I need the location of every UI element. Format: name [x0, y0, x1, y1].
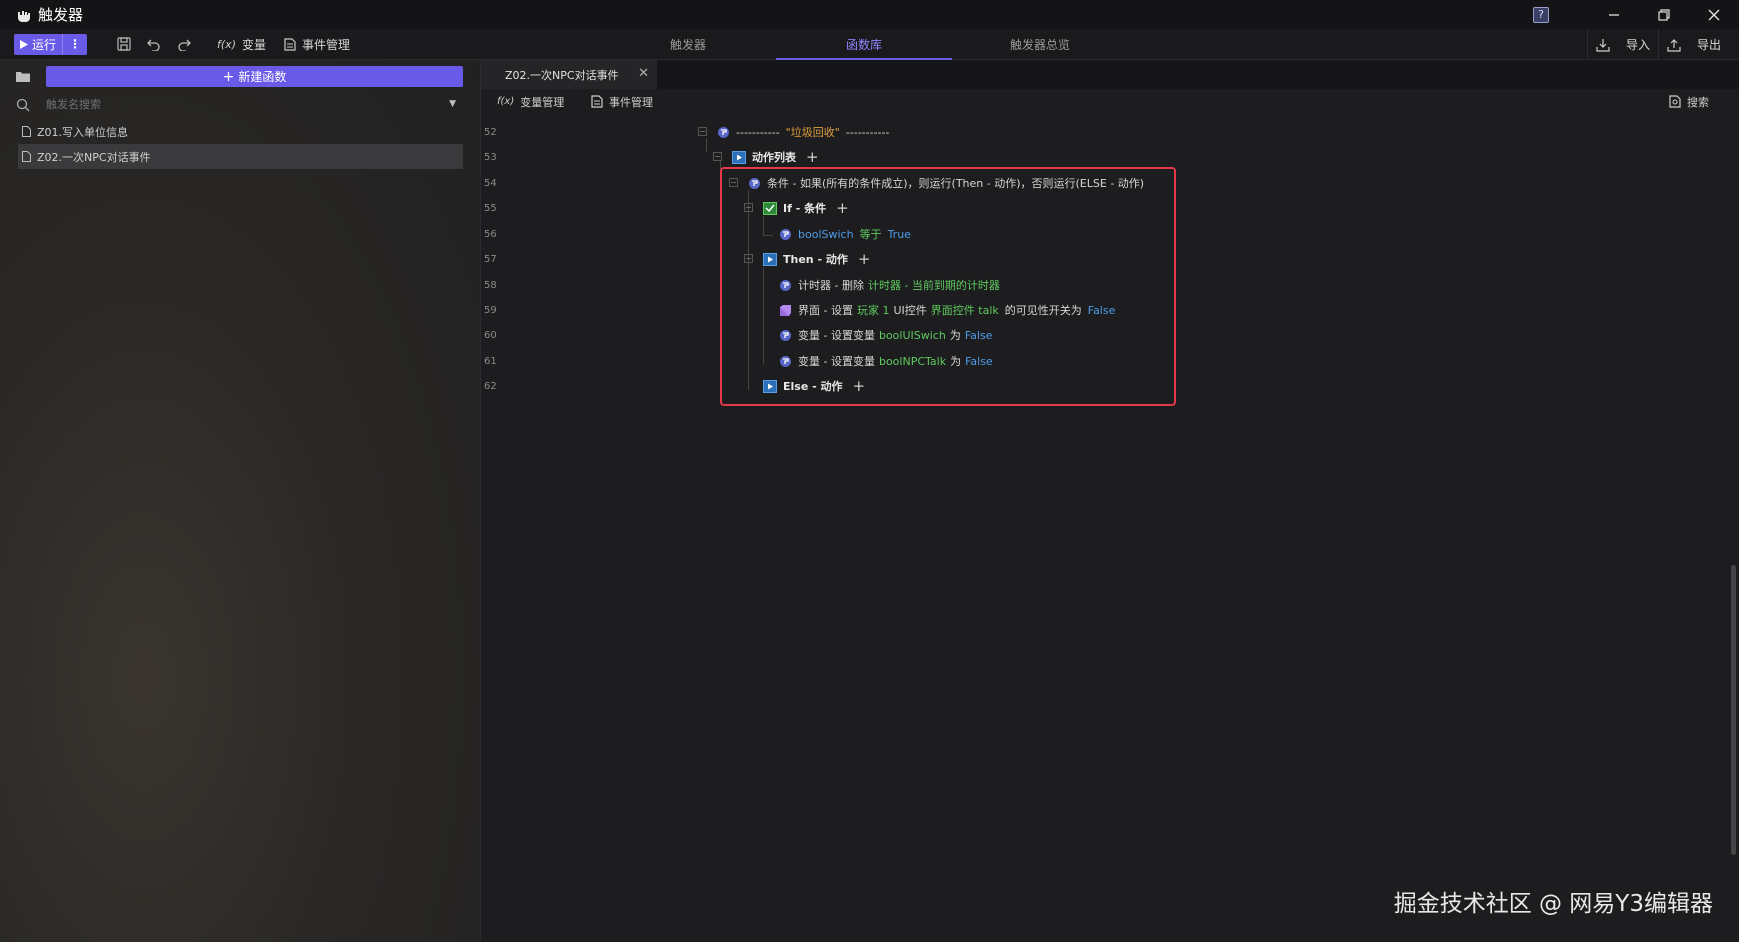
chevron-down-icon[interactable]: ▼	[449, 99, 456, 109]
node-action-icon	[716, 125, 730, 139]
variable-manage-button[interactable]: f(x) 变量管理	[497, 94, 577, 110]
editor-search-label: 搜索	[1687, 95, 1709, 109]
fold-toggle[interactable]: −	[713, 152, 722, 161]
undo-icon[interactable]	[139, 31, 169, 57]
export-label: 导出	[1696, 38, 1721, 52]
variable-button[interactable]: f(x) 变量	[217, 36, 266, 53]
document-icon	[591, 95, 603, 108]
variable-label: 变量	[241, 37, 266, 52]
window-controls: ?	[1533, 0, 1739, 29]
window-title: 触发器	[38, 6, 84, 24]
event-manage-button[interactable]: 事件管理	[284, 36, 350, 53]
file-item[interactable]: Z01.写入单位信息	[18, 119, 463, 144]
function-icon: f(x)	[217, 37, 236, 51]
comment-name: "垃圾回收"	[785, 126, 840, 139]
function-icon: f(x)	[497, 96, 515, 107]
comment-dashes: -----------	[736, 125, 780, 139]
plus-icon: +	[222, 68, 235, 85]
run-button[interactable]: 运行 ⋮	[14, 33, 88, 55]
sidebar-top: + 新建函数	[0, 60, 480, 93]
file-label: Z01.写入单位信息	[37, 125, 129, 139]
export-button[interactable]: 导出	[1659, 29, 1729, 60]
import-export-tools: 导入 导出	[1586, 29, 1729, 60]
file-list: Z01.写入单位信息 Z02.一次NPC对话事件	[0, 119, 480, 169]
file-icon	[22, 151, 31, 162]
redo-icon[interactable]	[169, 31, 199, 57]
import-button[interactable]: 导入	[1588, 29, 1658, 60]
close-button[interactable]	[1689, 0, 1739, 29]
tree-row-action-list[interactable]: 动作列表 +	[732, 147, 819, 167]
folder-icon[interactable]	[0, 71, 46, 82]
document-tab-label: Z02.一次NPC对话事件	[505, 68, 619, 82]
editor-event-manage-label: 事件管理	[609, 95, 653, 109]
minimize-button[interactable]	[1589, 0, 1639, 29]
restore-button[interactable]	[1639, 0, 1689, 29]
file-icon	[22, 126, 31, 137]
watermark: 掘金技术社区 @ 网易Y3编辑器	[1393, 891, 1713, 917]
document-tabs: Z02.一次NPC对话事件 ✕	[481, 60, 1739, 89]
line-number: 62	[484, 381, 497, 392]
add-icon[interactable]: +	[806, 148, 819, 166]
line-number: 61	[484, 356, 497, 367]
new-function-label: 新建函数	[238, 70, 287, 84]
run-more-icon[interactable]: ⋮	[62, 33, 87, 55]
title-bar: 触发器 ?	[0, 0, 1739, 29]
run-main[interactable]: 运行	[14, 36, 62, 53]
close-icon[interactable]: ✕	[638, 66, 649, 81]
save-icon[interactable]	[109, 31, 139, 57]
document-icon	[284, 37, 296, 51]
main-toolbar: 运行 ⋮ f(x) 变量 事件管理 触发器 函数库 触发器总览 导入 导出	[0, 29, 1739, 60]
new-function-button[interactable]: + 新建函数	[46, 66, 463, 87]
tree-line	[706, 138, 707, 152]
comment-dashes: -----------	[845, 125, 890, 139]
line-number: 59	[484, 305, 497, 316]
file-label: Z02.一次NPC对话事件	[37, 150, 151, 164]
tab-document[interactable]: Z02.一次NPC对话事件 ✕	[481, 60, 657, 89]
editor-search-button[interactable]: 搜索	[1669, 89, 1709, 114]
fold-toggle[interactable]: −	[698, 127, 707, 136]
line-number: 54	[484, 178, 497, 189]
document-search-icon	[1669, 95, 1681, 108]
main-tabs: 触发器 函数库 触发器总览	[600, 29, 1128, 60]
line-number: 57	[484, 254, 497, 265]
line-number: 55	[484, 203, 497, 214]
line-number: 53	[484, 152, 497, 163]
tree-row-comment[interactable]: ----------- "垃圾回收" -----------	[716, 122, 889, 142]
upload-icon	[1667, 38, 1681, 52]
run-label: 运行	[32, 37, 57, 52]
vertical-scrollbar[interactable]	[1731, 565, 1736, 855]
import-label: 导入	[1625, 38, 1650, 52]
sidebar: + 新建函数 ▼ Z01.写入单位信息 Z02.一次NPC对话事件	[0, 60, 481, 942]
tab-function-library[interactable]: 函数库	[776, 29, 952, 60]
editor-toolbar: f(x) 变量管理 事件管理 搜索	[481, 89, 1739, 114]
editor-event-manage-button[interactable]: 事件管理	[591, 94, 671, 110]
variable-manage-label: 变量管理	[520, 95, 565, 109]
file-item[interactable]: Z02.一次NPC对话事件	[18, 144, 463, 169]
tab-trigger-overview[interactable]: 触发器总览	[952, 29, 1128, 60]
hand-icon	[16, 7, 32, 23]
tab-trigger[interactable]: 触发器	[600, 29, 776, 60]
search-input[interactable]	[46, 98, 436, 111]
action-list-icon	[732, 150, 746, 164]
line-number: 52	[484, 127, 497, 138]
help-icon[interactable]: ?	[1533, 6, 1549, 23]
sidebar-search: ▼	[0, 93, 480, 116]
line-number: 60	[484, 330, 497, 341]
download-icon	[1596, 38, 1610, 52]
event-manage-label: 事件管理	[302, 37, 351, 52]
highlight-box	[720, 167, 1176, 406]
line-number: 58	[484, 280, 497, 291]
search-icon	[0, 98, 46, 112]
action-list-label: 动作列表	[752, 151, 796, 164]
line-number: 56	[484, 229, 497, 240]
play-icon	[20, 39, 28, 49]
